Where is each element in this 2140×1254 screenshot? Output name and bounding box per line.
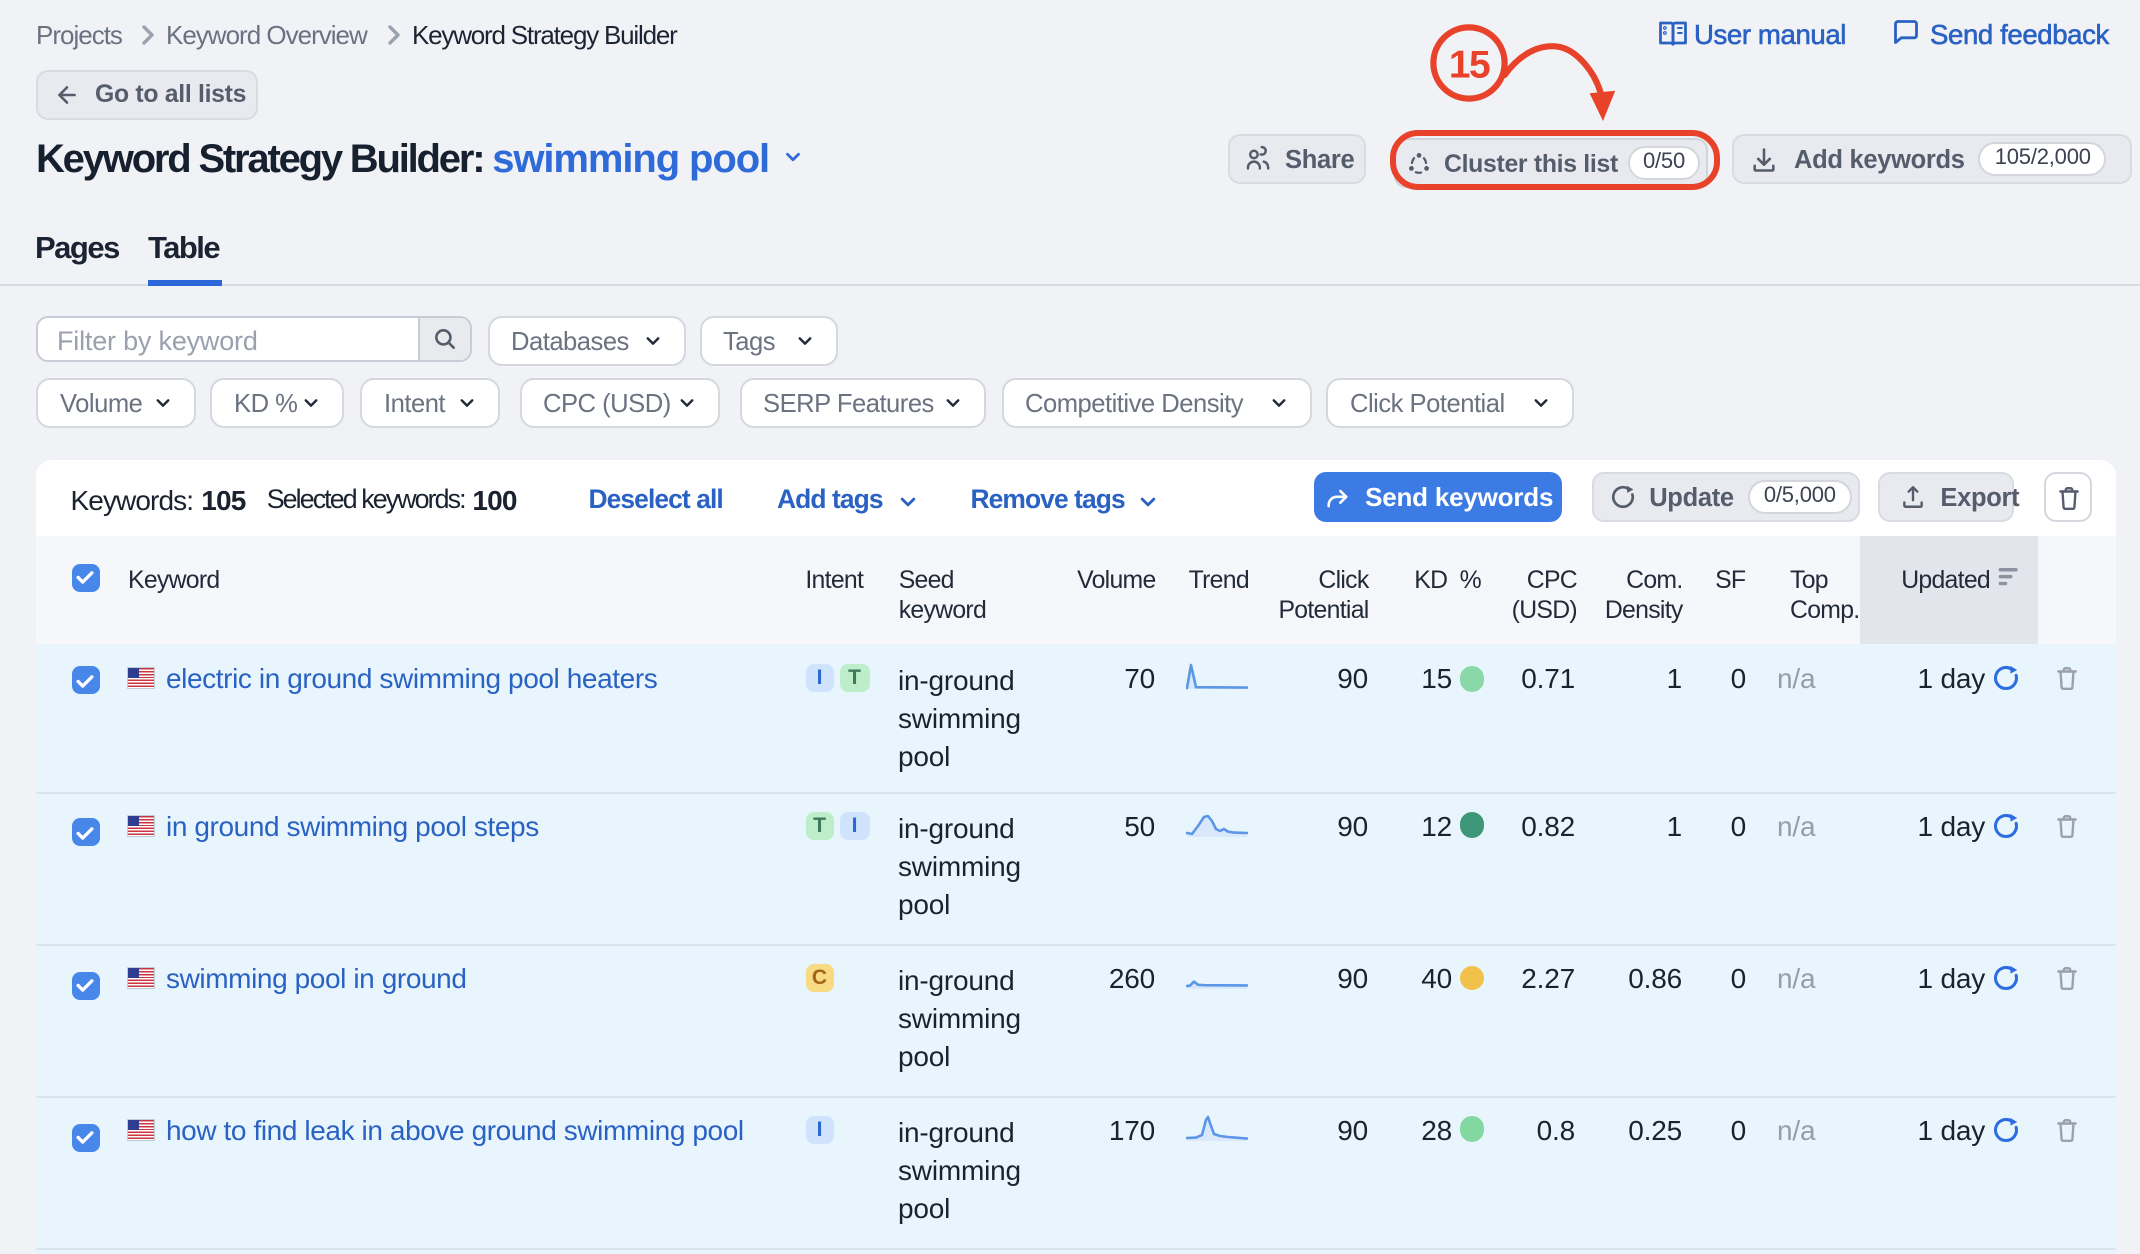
svg-text:15: 15	[1449, 44, 1490, 87]
